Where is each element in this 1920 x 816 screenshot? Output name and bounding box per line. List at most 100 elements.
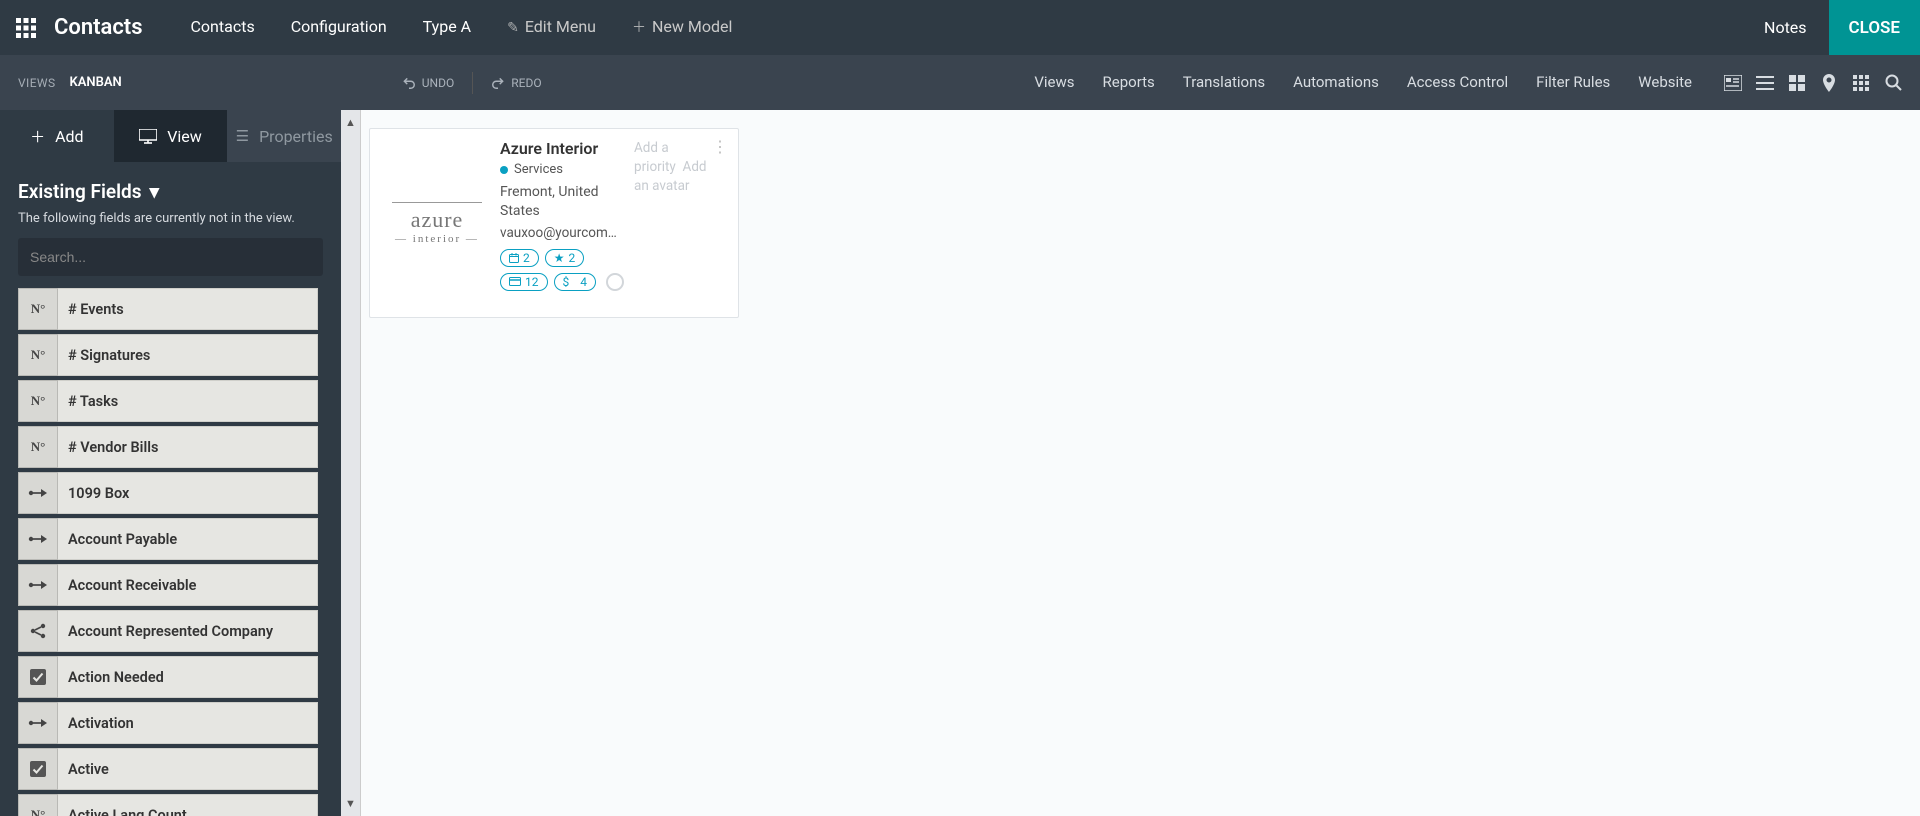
field-label: Action Needed: [58, 656, 318, 698]
tab-properties[interactable]: ☰Properties: [227, 110, 341, 162]
apps-icon[interactable]: [12, 14, 40, 42]
kanban-empty-slot[interactable]: [759, 336, 1129, 418]
field-type-icon: N°: [18, 380, 58, 422]
field-label: # Signatures: [58, 334, 318, 376]
field-item[interactable]: Account Payable: [18, 518, 318, 560]
field-item[interactable]: Account Receivable: [18, 564, 318, 606]
subnav-access-control[interactable]: Access Control: [1393, 55, 1522, 110]
field-type-icon: [18, 564, 58, 606]
tab-add[interactable]: ＋Add: [0, 110, 114, 162]
dollar-icon: $: [563, 275, 570, 289]
field-label: 1099 Box: [58, 472, 318, 514]
undo-button[interactable]: UNDO: [402, 76, 454, 90]
field-item[interactable]: N°# Vendor Bills: [18, 426, 318, 468]
kanban-empty-slot[interactable]: [759, 128, 1129, 318]
kanban-empty-slot[interactable]: [1539, 128, 1909, 318]
field-item[interactable]: N°# Signatures: [18, 334, 318, 376]
kanban-card[interactable]: azure — interior — Azure Interior Servic…: [369, 128, 739, 318]
plus-icon: ＋: [632, 20, 646, 36]
scroll-down-icon[interactable]: ▼: [345, 797, 356, 810]
card-side-hints: Add a priority Add an avatar: [634, 139, 704, 196]
plus-icon: ＋: [30, 126, 45, 147]
tab-view[interactable]: View: [114, 110, 228, 162]
field-type-icon: [18, 518, 58, 560]
card-email: vauxoo@yourcom…: [500, 225, 620, 241]
redo-button[interactable]: REDO: [491, 76, 541, 90]
field-item[interactable]: 1099 Box: [18, 472, 318, 514]
field-item[interactable]: N°Active Lang Count: [18, 794, 318, 816]
pill-dollar[interactable]: $ 4: [554, 273, 596, 291]
view-form-icon[interactable]: [1724, 74, 1742, 92]
view-map-icon[interactable]: [1820, 74, 1838, 92]
brand-title: Contacts: [54, 15, 143, 40]
field-label: Account Represented Company: [58, 610, 318, 652]
kanban-canvas: azure — interior — Azure Interior Servic…: [361, 110, 1920, 816]
card-location: Fremont, United States: [500, 183, 620, 221]
pill-card[interactable]: 12: [500, 273, 548, 291]
field-type-icon: [18, 748, 58, 790]
search-icon[interactable]: [1884, 74, 1902, 92]
sidebar: ＋Add View ☰Properties Existing Fields▾ T…: [0, 110, 341, 816]
pill-calendar[interactable]: 2: [500, 249, 539, 267]
pill-star[interactable]: ★2: [545, 249, 585, 267]
breadcrumb-kanban: KANBAN: [70, 75, 122, 90]
star-icon: ★: [554, 251, 565, 265]
topmenu-contacts[interactable]: Contacts: [173, 0, 273, 56]
field-type-icon: N°: [18, 288, 58, 330]
field-type-icon: [18, 472, 58, 514]
kanban-empty-slot[interactable]: [1149, 128, 1519, 318]
field-item[interactable]: Active: [18, 748, 318, 790]
view-kanban-icon[interactable]: [1788, 74, 1806, 92]
subnav-automations[interactable]: Automations: [1279, 55, 1393, 110]
field-item[interactable]: N°# Tasks: [18, 380, 318, 422]
field-type-icon: N°: [18, 426, 58, 468]
caret-down-icon: ▾: [150, 180, 160, 203]
top-navbar: Contacts Contacts Configuration Type A ✎…: [0, 0, 1920, 55]
kanban-empty-slot[interactable]: [1539, 336, 1909, 418]
existing-fields-heading[interactable]: Existing Fields▾: [0, 162, 341, 211]
topmenu-configuration[interactable]: Configuration: [273, 0, 405, 56]
field-item[interactable]: Activation: [18, 702, 318, 744]
topmenu-new-model[interactable]: ＋New Model: [614, 0, 750, 56]
subnav-filter-rules[interactable]: Filter Rules: [1522, 55, 1624, 110]
kanban-empty-slot[interactable]: [1149, 336, 1519, 418]
field-type-icon: [18, 656, 58, 698]
field-label: Account Receivable: [58, 564, 318, 606]
field-type-icon: [18, 610, 58, 652]
subnav-views[interactable]: Views: [1020, 55, 1088, 110]
existing-fields-subtitle: The following fields are currently not i…: [0, 211, 341, 238]
field-label: Account Payable: [58, 518, 318, 560]
notes-button[interactable]: Notes: [1742, 0, 1829, 55]
field-label: # Tasks: [58, 380, 318, 422]
view-list-icon[interactable]: [1756, 74, 1774, 92]
fields-search-input[interactable]: [18, 238, 323, 276]
pencil-icon: ✎: [507, 20, 519, 36]
sidebar-gutter: ▲ ▼: [341, 110, 361, 816]
field-type-icon: N°: [18, 334, 58, 376]
tag-dot-icon: [500, 166, 508, 174]
field-label: Active Lang Count: [58, 794, 318, 816]
card-logo: azure — interior —: [382, 139, 492, 307]
topmenu-edit-menu[interactable]: ✎Edit Menu: [489, 0, 614, 56]
view-grid-icon[interactable]: [1852, 74, 1870, 92]
field-item[interactable]: Account Represented Company: [18, 610, 318, 652]
kanban-empty-slot[interactable]: [369, 336, 739, 418]
close-button[interactable]: CLOSE: [1829, 0, 1920, 55]
list-icon: ☰: [236, 127, 249, 145]
scroll-up-icon[interactable]: ▲: [345, 116, 356, 129]
field-item[interactable]: Action Needed: [18, 656, 318, 698]
breadcrumb-views: VIEWS: [18, 76, 56, 90]
monitor-icon: [139, 129, 157, 144]
sub-navbar: VIEWS KANBAN UNDO REDO Views Reports Tra…: [0, 55, 1920, 110]
clock-icon: [606, 273, 624, 291]
field-type-icon: [18, 702, 58, 744]
field-label: Activation: [58, 702, 318, 744]
subnav-website[interactable]: Website: [1624, 55, 1706, 110]
field-type-icon: N°: [18, 794, 58, 816]
topmenu-type-a[interactable]: Type A: [405, 0, 489, 56]
field-label: Active: [58, 748, 318, 790]
card-menu-icon[interactable]: ⋮: [712, 137, 728, 156]
subnav-reports[interactable]: Reports: [1089, 55, 1169, 110]
subnav-translations[interactable]: Translations: [1169, 55, 1279, 110]
field-item[interactable]: N°# Events: [18, 288, 318, 330]
